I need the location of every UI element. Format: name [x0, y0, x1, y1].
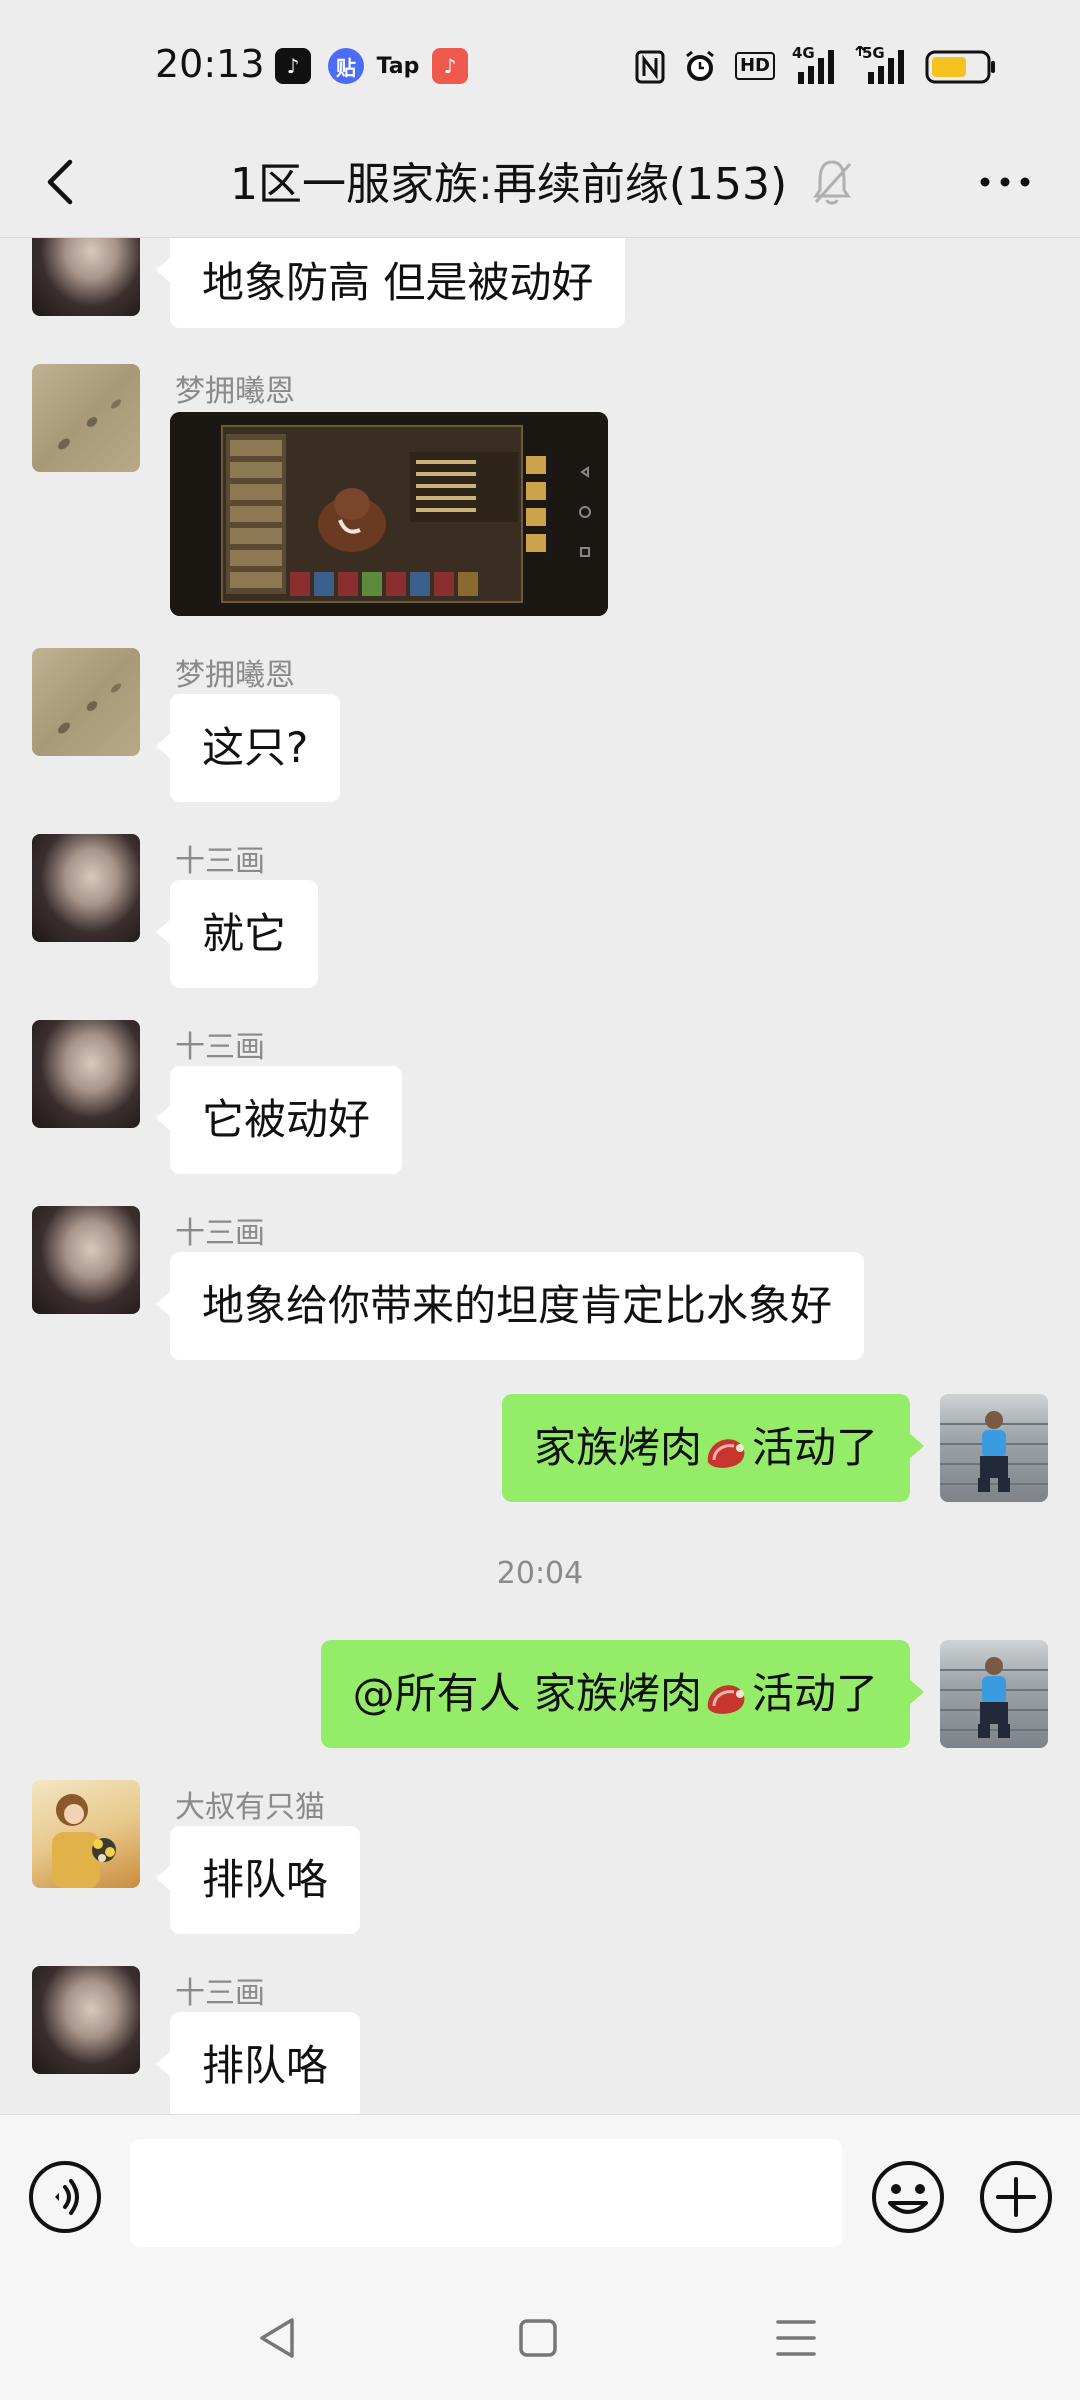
- person-photo-icon: [940, 1411, 1048, 1492]
- timestamp: 20:04: [496, 1556, 584, 1591]
- message-bubble[interactable]: 地象给你带来的坦度肯定比水象好: [155, 1252, 865, 1360]
- more-dots-icon[interactable]: [975, 152, 1035, 212]
- bell-off-icon: [813, 160, 852, 205]
- sender-name: 梦拥曦恩: [175, 374, 295, 409]
- nfc-icon: [635, 50, 665, 84]
- person-photo-icon: [940, 1657, 1048, 1738]
- signal-5g-icon: 5G: [852, 44, 912, 86]
- avatar[interactable]: [32, 834, 140, 942]
- system-nav-bar: [0, 2278, 1080, 2400]
- emoji-icon[interactable]: [870, 2159, 946, 2235]
- avatar[interactable]: [32, 1020, 140, 1128]
- footprint-icon: [58, 683, 121, 734]
- avatar[interactable]: [32, 238, 140, 316]
- plus-icon[interactable]: [978, 2159, 1054, 2235]
- message-bubble[interactable]: 排队咯: [155, 2012, 361, 2114]
- game-screenshot-image: [170, 412, 608, 616]
- chat-title[interactable]: 1区一服家族:再续前缘(153): [230, 148, 787, 212]
- status-time: 20:13: [155, 42, 265, 86]
- nav-home-icon[interactable]: [508, 2308, 568, 2368]
- nav-menu-icon[interactable]: [766, 2308, 826, 2368]
- avatar[interactable]: [32, 1780, 140, 1888]
- battery-icon: [925, 50, 995, 84]
- hd-icon: HD: [735, 52, 775, 80]
- signal-4g-icon: 4G: [790, 44, 838, 86]
- avatar[interactable]: [32, 1966, 140, 2074]
- message-list[interactable]: 地象防高 但是被动好 梦拥曦恩 梦拥曦恩 这只? 十三画 就它 十三画 它被动好…: [0, 238, 1080, 2114]
- input-bar: [0, 2114, 1080, 2278]
- message-bubble[interactable]: 排队咯: [155, 1826, 361, 1934]
- meat-emoji-icon: [707, 1684, 745, 1714]
- status-bar: 20:13 ♪ 贴 Tap ♪ HD 4G 5G: [0, 0, 1080, 130]
- message-bubble[interactable]: 这只?: [155, 694, 341, 802]
- sender-name: 十三画: [175, 844, 265, 879]
- my-avatar[interactable]: [940, 1640, 1048, 1748]
- sender-name: 十三画: [175, 1976, 265, 2011]
- nav-back-icon[interactable]: [248, 2308, 308, 2368]
- avatar[interactable]: [32, 648, 140, 756]
- avatar[interactable]: [32, 364, 140, 472]
- voice-icon[interactable]: [27, 2159, 103, 2235]
- music-icon: ♪: [432, 48, 468, 84]
- tiktok-icon: ♪: [275, 48, 311, 84]
- my-message-bubble[interactable]: @所有人 家族烤肉 活动了: [320, 1640, 925, 1748]
- chevron-left-icon[interactable]: [30, 150, 94, 214]
- message-bubble[interactable]: 就它: [155, 880, 319, 988]
- avatar[interactable]: [32, 1206, 140, 1314]
- image-message[interactable]: [170, 412, 608, 616]
- my-avatar[interactable]: [940, 1394, 1048, 1502]
- person-with-bouquet-icon: [52, 1794, 116, 1888]
- footprint-icon: [58, 399, 121, 450]
- sender-name: 大叔有只猫: [175, 1790, 325, 1825]
- tieba-icon: 贴: [328, 48, 364, 84]
- alarm-icon: [686, 50, 714, 81]
- message-bubble[interactable]: 它被动好: [155, 1066, 403, 1174]
- sender-name: 十三画: [175, 1216, 265, 1251]
- sender-name: 十三画: [175, 1030, 265, 1065]
- sender-name: 梦拥曦恩: [175, 658, 295, 693]
- my-message-bubble[interactable]: 家族烤肉 活动了: [501, 1394, 925, 1502]
- taptap-icon: Tap: [376, 53, 420, 79]
- chat-header: 1区一服家族:再续前缘(153): [0, 130, 1080, 238]
- meat-emoji-icon: [707, 1438, 745, 1468]
- message-bubble[interactable]: 地象防高 但是被动好: [155, 238, 626, 328]
- message-input[interactable]: [130, 2139, 842, 2247]
